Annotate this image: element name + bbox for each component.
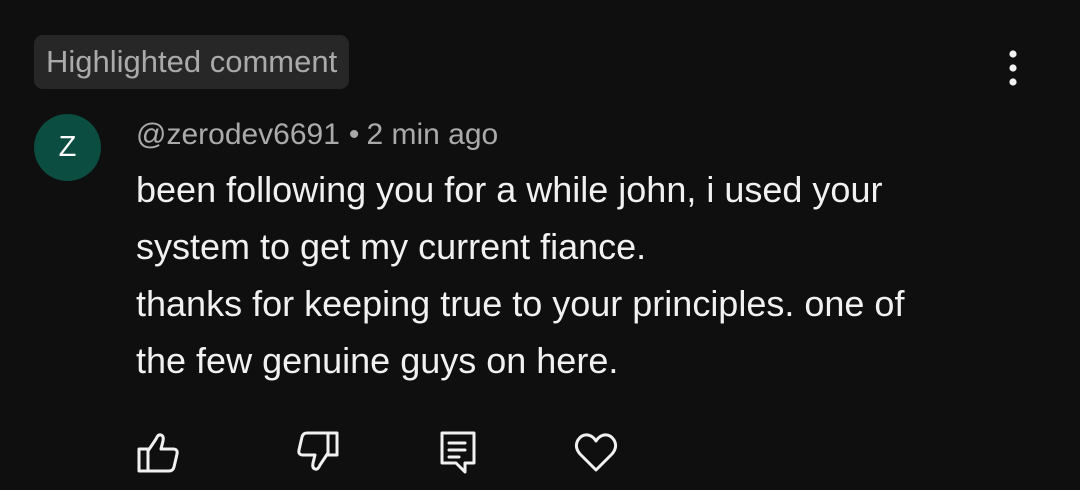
dislike-button[interactable] xyxy=(294,428,342,476)
heart-button[interactable] xyxy=(572,428,620,476)
highlighted-comment-badge: Highlighted comment xyxy=(34,35,350,89)
comment-line: system to get my current fiance. xyxy=(136,226,647,267)
like-button[interactable] xyxy=(134,428,182,476)
more-vert-icon xyxy=(1009,50,1017,86)
thumbs-up-icon xyxy=(137,433,179,473)
comment-line: thanks for keeping true to your principl… xyxy=(136,283,905,324)
comment-header: @zerodev6691 • 2 min ago xyxy=(136,113,498,157)
heart-icon xyxy=(574,433,618,472)
comment-line: been following you for a while john, i u… xyxy=(136,169,883,210)
comment-text: been following you for a while john, i u… xyxy=(136,161,1036,389)
reply-icon xyxy=(440,431,476,474)
meta-separator: • xyxy=(348,118,360,151)
comment-line: the few genuine guys on here. xyxy=(136,340,619,381)
reply-button[interactable] xyxy=(434,428,482,476)
comment-timestamp[interactable]: 2 min ago xyxy=(366,118,498,151)
avatar[interactable]: Z xyxy=(34,114,101,181)
author-handle[interactable]: @zerodev6691 xyxy=(136,118,340,151)
thumbs-down-icon xyxy=(297,431,339,471)
more-options-button[interactable] xyxy=(996,48,1030,90)
